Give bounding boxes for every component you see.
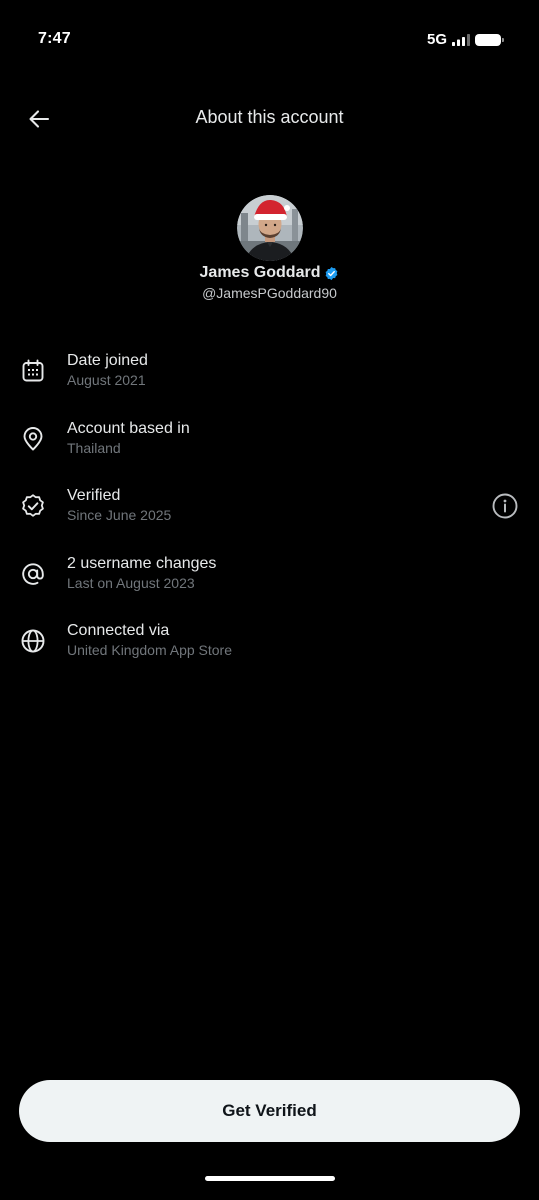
location-pin-icon xyxy=(23,426,43,450)
info-row-subtitle: United Kingdom App Store xyxy=(67,642,232,658)
get-verified-button[interactable]: Get Verified xyxy=(19,1080,520,1142)
globe-icon xyxy=(21,629,45,653)
info-row-subtitle: Thailand xyxy=(67,439,121,456)
info-row-subtitle: Since June 2025 xyxy=(67,507,172,523)
info-row-title: 2 username changes xyxy=(67,554,217,572)
account-info-list: Date joined August 2021 Account based in… xyxy=(0,340,539,678)
calendar-icon xyxy=(22,359,44,382)
info-row-connected-via: Connected via United Kingdom App Store xyxy=(0,610,539,678)
network-label: 5G xyxy=(426,31,447,48)
avatar[interactable] xyxy=(236,195,303,261)
info-icon[interactable] xyxy=(491,492,519,520)
verified-badge-outline-icon xyxy=(22,494,44,517)
info-row-subtitle: August 2021 xyxy=(67,372,146,388)
page-title: About this account xyxy=(195,107,344,127)
at-sign-icon xyxy=(22,562,44,585)
signal-strength-icon xyxy=(452,33,470,46)
info-row-verified: Verified Since June 2025 xyxy=(0,475,539,543)
status-indicators: 5G xyxy=(426,31,504,48)
info-row-date-joined: Date joined August 2021 xyxy=(0,340,539,408)
header: About this account xyxy=(0,96,539,140)
info-row-title: Date joined xyxy=(67,352,148,369)
info-row-subtitle: Last on August 2023 xyxy=(67,574,195,591)
handle: @JamesPGoddard90 xyxy=(202,285,337,301)
info-row-title: Connected via xyxy=(67,622,170,639)
info-row-account-based-in: Account based in Thailand xyxy=(0,408,539,476)
info-row-title: Verified xyxy=(67,487,121,504)
status-time: 7:47 xyxy=(38,30,71,47)
info-row-username-changes: 2 username changes Last on August 2023 xyxy=(0,543,539,611)
battery-icon xyxy=(475,33,504,46)
info-row-title: Account based in xyxy=(67,419,190,437)
status-bar: 7:47 5G xyxy=(0,0,539,80)
profile-summary: James Goddard @JamesPGoddard90 xyxy=(0,195,539,301)
home-indicator[interactable] xyxy=(205,1176,335,1181)
display-name: James Goddard xyxy=(199,264,321,281)
verified-badge-icon[interactable] xyxy=(324,266,339,281)
name-row: James Goddard xyxy=(0,262,539,284)
